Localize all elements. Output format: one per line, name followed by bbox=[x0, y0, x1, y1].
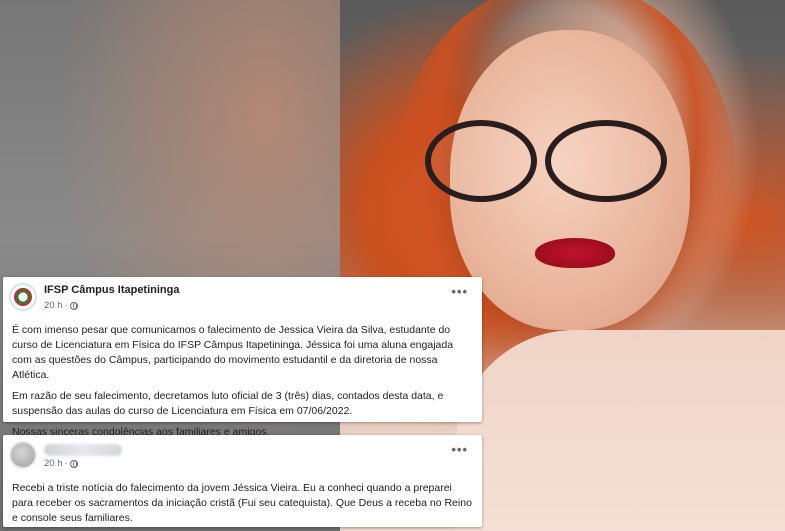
facebook-post-card: IFSP Câmpus Itapetininga 20 h · ••• É co… bbox=[3, 277, 482, 438]
comment-time[interactable]: 20 h bbox=[44, 456, 63, 471]
author-name-redacted bbox=[44, 444, 122, 456]
facebook-comment-card: 20 h · ••• Recebi a triste notícia do fa… bbox=[3, 435, 482, 527]
post-meta: 20 h · bbox=[44, 298, 78, 313]
post-paragraph: Em razão de seu falecimento, decretamos … bbox=[12, 390, 444, 417]
comment-body: Recebi a triste notícia do falecimento d… bbox=[3, 473, 482, 526]
comment-text: Recebi a triste notícia do falecimento d… bbox=[12, 482, 472, 524]
comment-header: 20 h · ••• bbox=[3, 435, 482, 473]
post-header: IFSP Câmpus Itapetininga 20 h · ••• bbox=[3, 277, 482, 315]
lips bbox=[535, 238, 615, 268]
post-time[interactable]: 20 h bbox=[44, 298, 63, 313]
comment-meta: 20 h · bbox=[44, 456, 78, 471]
page-avatar[interactable] bbox=[9, 283, 37, 311]
blouse bbox=[455, 330, 785, 531]
meta-separator: · bbox=[64, 300, 68, 311]
more-options-icon[interactable]: ••• bbox=[451, 443, 468, 456]
post-paragraph: É com imenso pesar que comunicamos o fal… bbox=[12, 324, 454, 381]
globe-icon bbox=[69, 459, 78, 468]
glasses-right-lens bbox=[545, 120, 667, 202]
globe-icon bbox=[69, 301, 78, 310]
more-options-icon[interactable]: ••• bbox=[451, 285, 468, 298]
glasses-left-lens bbox=[425, 120, 537, 202]
ifsp-logo-icon bbox=[14, 288, 32, 306]
page-name[interactable]: IFSP Câmpus Itapetininga bbox=[44, 283, 180, 298]
post-body: É com imenso pesar que comunicamos o fal… bbox=[3, 315, 482, 440]
avatar[interactable] bbox=[9, 441, 37, 469]
meta-separator: · bbox=[64, 458, 68, 469]
